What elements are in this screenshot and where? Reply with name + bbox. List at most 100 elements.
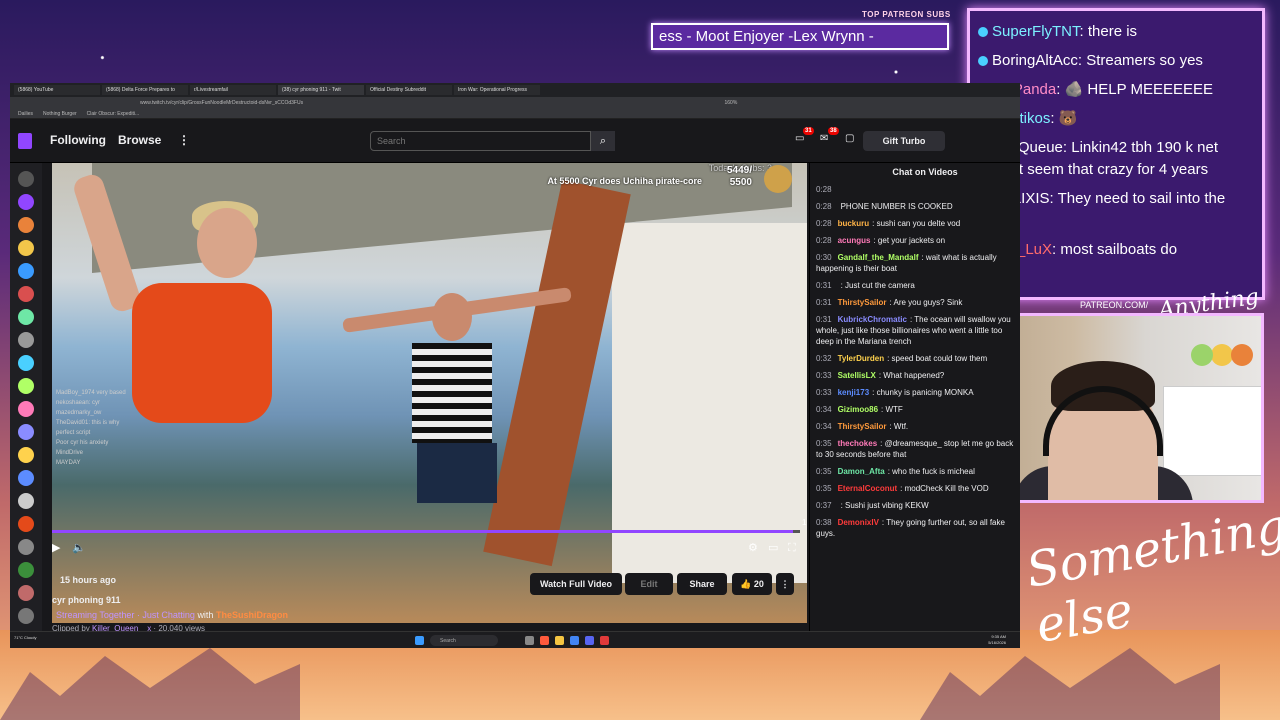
chat-timestamp[interactable]: 0:30	[816, 253, 832, 262]
chat-timestamp[interactable]: 0:31	[816, 281, 832, 290]
followed-channel-avatar[interactable]	[18, 263, 34, 279]
chat-username[interactable]: thechokes	[838, 439, 878, 448]
prime-icon[interactable]: ▭ 31	[795, 127, 814, 147]
chat-username[interactable]: KubrickChromatic	[838, 315, 907, 324]
chat-timestamp[interactable]: 0:28	[816, 202, 832, 211]
gift-turbo-button[interactable]: Gift Turbo	[863, 131, 945, 151]
address-bar[interactable]: www.twitch.tv/cyr/clip/GrossFunNoodleMrD…	[10, 97, 1020, 109]
chat-timestamp[interactable]: 0:34	[816, 405, 832, 414]
followed-channel-avatar[interactable]	[18, 516, 34, 532]
browser-tab[interactable]: (38) cyr phoning 911 - Twit	[278, 85, 364, 95]
chat-timestamp[interactable]: 0:33	[816, 371, 832, 380]
bookmark-item[interactable]: Clair Obscur: Expediti...	[87, 111, 140, 117]
browser-tab[interactable]: (5868) YouTube	[14, 85, 100, 95]
chrome-icon[interactable]	[570, 636, 579, 645]
chat-username[interactable]: acungus	[838, 236, 871, 245]
followed-channel-avatar[interactable]	[18, 194, 34, 210]
watch-full-video-button[interactable]: Watch Full Video	[530, 573, 622, 595]
chat-timestamp[interactable]: 0:32	[816, 354, 832, 363]
browser-tab[interactable]: Official Destiny Subreddit	[366, 85, 452, 95]
followed-channel-avatar[interactable]	[18, 355, 34, 371]
chat-timestamp[interactable]: 0:35	[816, 439, 832, 448]
category-link[interactable]: Just Chatting	[142, 610, 195, 620]
browser-tab[interactable]: Iron War: Operational Progress	[454, 85, 540, 95]
followed-channel-avatar[interactable]	[18, 378, 34, 394]
browser-tab[interactable]: r/Livestreamfail	[190, 85, 276, 95]
followed-channel-avatar[interactable]	[18, 401, 34, 417]
browser-tab[interactable]: (5868) Delta Force Prepares to	[102, 85, 188, 95]
chat-badge-icon	[978, 56, 988, 67]
weather-widget[interactable]: 71°C Cloudy	[14, 635, 54, 640]
collaborator-link[interactable]: TheSushiDragon	[216, 610, 288, 620]
followed-channel-avatar[interactable]	[18, 286, 34, 302]
folder-icon[interactable]	[555, 636, 564, 645]
followed-channel-avatar[interactable]	[18, 608, 34, 624]
bookmark-item[interactable]: Dailies	[18, 111, 33, 117]
followed-channel-avatar[interactable]	[18, 309, 34, 325]
followed-channel-avatar[interactable]	[18, 332, 34, 348]
whispers-icon[interactable]: ✉ 38	[820, 127, 839, 147]
discord-icon[interactable]	[585, 636, 594, 645]
edit-button[interactable]: Edit	[625, 573, 673, 595]
chat-timestamp[interactable]: 0:31	[816, 298, 832, 307]
chat-username[interactable]: ThirstySailor	[838, 422, 887, 431]
like-button[interactable]: 👍 20	[732, 573, 772, 595]
nav-following[interactable]: Following	[50, 133, 106, 147]
chat-timestamp[interactable]: 0:34	[816, 422, 832, 431]
followed-channel-avatar[interactable]	[18, 562, 34, 578]
chat-timestamp[interactable]: 0:28	[816, 185, 832, 194]
chat-message: 0:34 Gizimoo86: WTF	[810, 401, 1020, 418]
search-icon[interactable]: ⌕	[591, 131, 615, 151]
followed-channel-avatar[interactable]	[18, 217, 34, 233]
streaming-together-link[interactable]: Streaming Together	[56, 610, 134, 620]
chat-timestamp[interactable]: 0:37	[816, 501, 832, 510]
chat-timestamp[interactable]: 0:31	[816, 315, 832, 324]
chat-username[interactable]: DemonixIV	[838, 518, 879, 527]
more-options-icon[interactable]: ⋮	[776, 573, 794, 595]
chat-timestamp[interactable]: 0:35	[816, 484, 832, 493]
chat-text: : What happened?	[878, 371, 945, 380]
followed-channel-avatar[interactable]	[18, 447, 34, 463]
notifications-icon[interactable]: ▢	[845, 133, 859, 147]
chat-username[interactable]: buckuru	[838, 219, 870, 228]
nav-browse[interactable]: Browse	[118, 133, 161, 147]
followed-channel-avatar[interactable]	[18, 171, 34, 187]
chat-timestamp[interactable]: 0:33	[816, 388, 832, 397]
search-input[interactable]	[370, 131, 591, 151]
task-view-icon[interactable]	[525, 636, 534, 645]
chat-username[interactable]: ThirstySailor	[838, 298, 887, 307]
chat-username[interactable]: Gandalf_the_Mandalf	[838, 253, 919, 262]
twitch-logo-icon[interactable]	[18, 133, 32, 149]
overlay-chat-user: SuperFlyTNT	[992, 23, 1080, 40]
followed-channel-avatar[interactable]	[18, 240, 34, 256]
chat-username[interactable]: SatellisLX	[838, 371, 876, 380]
chat-timestamp[interactable]: 0:28	[816, 236, 832, 245]
fullscreen-icon[interactable]: ⛶	[788, 541, 796, 555]
video-player[interactable]: Today's Subs: 3 At 5500 Cyr does Uchiha …	[52, 163, 807, 623]
settings-icon[interactable]: ⚙	[748, 541, 758, 554]
app-icon[interactable]	[540, 636, 549, 645]
chat-timestamp[interactable]: 0:38	[816, 518, 832, 527]
nav-more-icon[interactable]: ⋮	[178, 133, 190, 147]
taskbar-search[interactable]: Search	[430, 635, 498, 646]
followed-channel-avatar[interactable]	[18, 493, 34, 509]
followed-channel-avatar[interactable]	[18, 585, 34, 601]
chat-username[interactable]: Gizimoo86	[838, 405, 878, 414]
play-icon[interactable]: ▶	[52, 541, 60, 554]
chat-username[interactable]: TylerDurden	[838, 354, 885, 363]
app-icon[interactable]	[600, 636, 609, 645]
chat-username[interactable]: EternalCoconut	[838, 484, 898, 493]
followed-channel-avatar[interactable]	[18, 424, 34, 440]
volume-icon[interactable]: 🔈	[72, 541, 86, 554]
chat-timestamp[interactable]: 0:35	[816, 467, 832, 476]
theatre-mode-icon[interactable]: ▭	[768, 541, 778, 554]
chat-username[interactable]: Damon_Afta	[838, 467, 885, 476]
start-icon[interactable]	[415, 636, 424, 645]
chat-timestamp[interactable]: 0:28	[816, 219, 832, 228]
followed-channel-avatar[interactable]	[18, 539, 34, 555]
video-progress-bar[interactable]	[52, 530, 800, 533]
share-button[interactable]: Share	[677, 573, 727, 595]
followed-channel-avatar[interactable]	[18, 470, 34, 486]
chat-username[interactable]: kenji173	[838, 388, 870, 397]
bookmark-item[interactable]: Nothing Burger	[43, 111, 77, 117]
